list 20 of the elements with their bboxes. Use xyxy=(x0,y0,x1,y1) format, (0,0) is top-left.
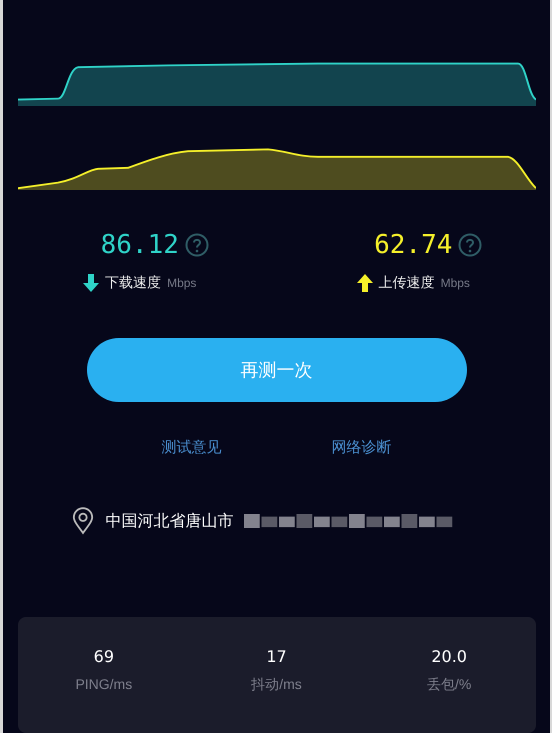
speed-label: 下载速度 xyxy=(105,274,162,292)
help-icon[interactable] xyxy=(458,233,482,257)
stat-value: 69 xyxy=(94,647,114,666)
speed-label: 上传速度 xyxy=(378,274,435,292)
down-arrow-icon xyxy=(83,274,100,292)
stat-label: PING/ms xyxy=(75,676,132,692)
unit-label: Mbps xyxy=(167,276,196,290)
stat-label: 抖动/ms xyxy=(251,676,302,694)
stat-value: 20.0 xyxy=(431,647,467,666)
unit-label: Mbps xyxy=(440,276,470,290)
speed-value: 86.12 xyxy=(100,230,179,260)
stat-value: 17 xyxy=(266,647,287,666)
link[interactable]: 网络诊断 xyxy=(332,438,392,457)
speed-value: 62.74 xyxy=(374,230,452,260)
location-pin-icon xyxy=(72,507,94,535)
address-text: 中国河北省唐山市 xyxy=(106,510,234,532)
up-arrow-icon xyxy=(356,274,373,292)
link[interactable]: 测试意见 xyxy=(162,438,222,457)
help-icon[interactable] xyxy=(184,233,209,257)
stat-label: 丢包/% xyxy=(427,676,472,694)
